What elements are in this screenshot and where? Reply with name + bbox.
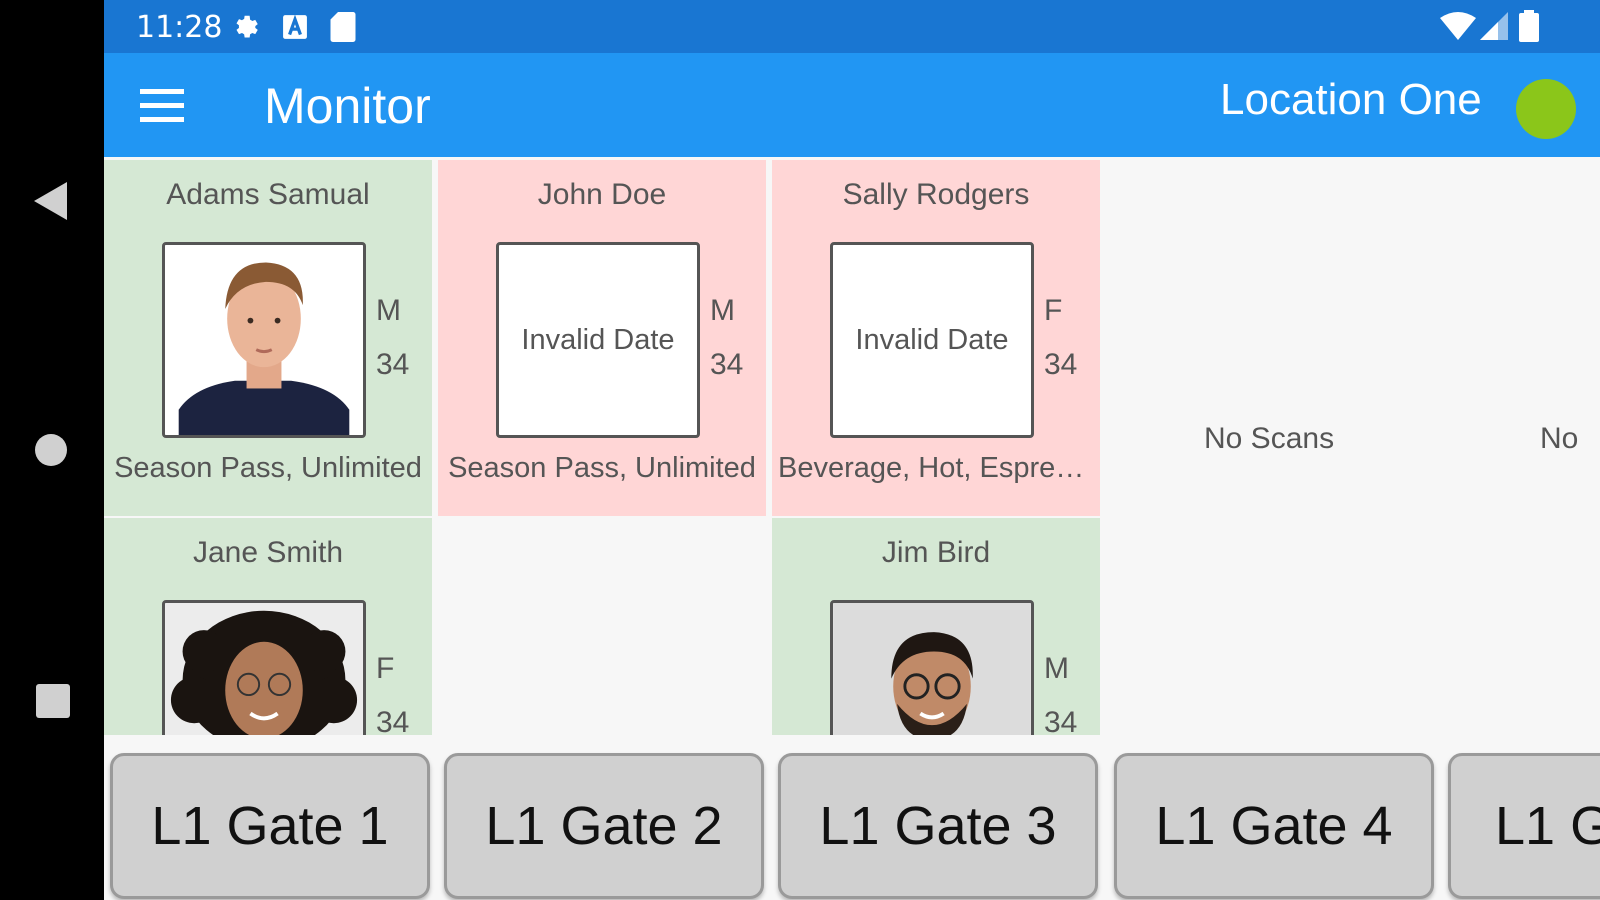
a-box-icon (283, 14, 307, 39)
wifi-icon (1440, 12, 1476, 40)
scan-name: Jane Smith (192, 536, 344, 569)
gear-icon (236, 15, 258, 38)
scan-name: John Doe (537, 178, 667, 211)
connection-status-indicator (1516, 79, 1576, 139)
scan-description: Season Pass, Unlimited (448, 452, 756, 484)
gate-3-button[interactable]: L1 Gate 3 (778, 753, 1098, 899)
scan-gender: F (1044, 294, 1063, 327)
scan-gender: M (376, 294, 401, 327)
scan-name: Jim Bird (881, 536, 991, 569)
scan-age: 34 (376, 348, 410, 381)
scan-grid: Adams Samual M 34 Season Pass, Unlimited… (104, 157, 1600, 735)
scan-card[interactable]: Sally Rodgers Invalid Date F 34 Beverage… (772, 160, 1100, 516)
scan-age: 34 (1044, 706, 1078, 735)
gate-4-button[interactable]: L1 Gate 4 (1114, 753, 1434, 899)
scan-name: Adams Samual (166, 178, 370, 211)
male-photo (162, 242, 366, 438)
scan-card[interactable]: Jim Bird M 34 (772, 518, 1100, 735)
male-glasses-photo (830, 600, 1034, 735)
recents-icon[interactable] (36, 684, 70, 718)
gate-button-bar: L1 Gate 1 L1 Gate 2 L1 Gate 3 L1 Gate 4 … (104, 735, 1600, 900)
signal-icon (1480, 12, 1508, 40)
gate-2-button[interactable]: L1 Gate 2 (444, 753, 764, 899)
scan-gender: M (710, 294, 735, 327)
home-icon[interactable] (35, 434, 67, 466)
sd-card-icon (330, 12, 356, 42)
scan-age: 34 (1044, 348, 1078, 381)
scan-description: Season Pass, Unlimited (114, 452, 422, 484)
invalid-date-text: Invalid Date (855, 323, 1009, 356)
gate-5-button[interactable]: L1 G (1448, 753, 1600, 899)
female-photo (162, 600, 366, 735)
invalid-date-text: Invalid Date (521, 323, 675, 356)
status-time: 11:28 (136, 10, 223, 45)
hamburger-menu-icon[interactable] (140, 89, 184, 123)
scan-age: 34 (710, 348, 744, 381)
system-navigation-bar (0, 0, 104, 900)
scan-card[interactable]: Adams Samual M 34 Season Pass, Unlimited (104, 160, 432, 516)
photo-placeholder: Invalid Date (496, 242, 700, 438)
page-title: Monitor (264, 78, 431, 134)
scan-gender: F (376, 652, 395, 685)
scan-card[interactable]: John Doe Invalid Date M 34 Season Pass, … (438, 160, 766, 516)
battery-icon (1519, 10, 1539, 42)
no-scans-label: No Scans (1204, 422, 1335, 455)
scan-description: Beverage, Hot, Espresso (778, 452, 1094, 484)
scan-card[interactable]: Jane Smith F 34 (104, 518, 432, 735)
app-bar: Monitor Location One (104, 53, 1600, 157)
gate-1-button[interactable]: L1 Gate 1 (110, 753, 430, 899)
location-label[interactable]: Location One (1220, 75, 1482, 125)
no-scans-label: No (1540, 422, 1579, 455)
scan-age: 34 (376, 706, 410, 735)
status-bar: 11:28 (104, 0, 1600, 53)
photo-placeholder: Invalid Date (830, 242, 1034, 438)
scan-gender: M (1044, 652, 1069, 685)
app-screen: 11:28 Monitor Location One Adams Samual … (104, 0, 1600, 900)
scan-name: Sally Rodgers (842, 178, 1030, 211)
back-icon[interactable] (34, 182, 67, 220)
